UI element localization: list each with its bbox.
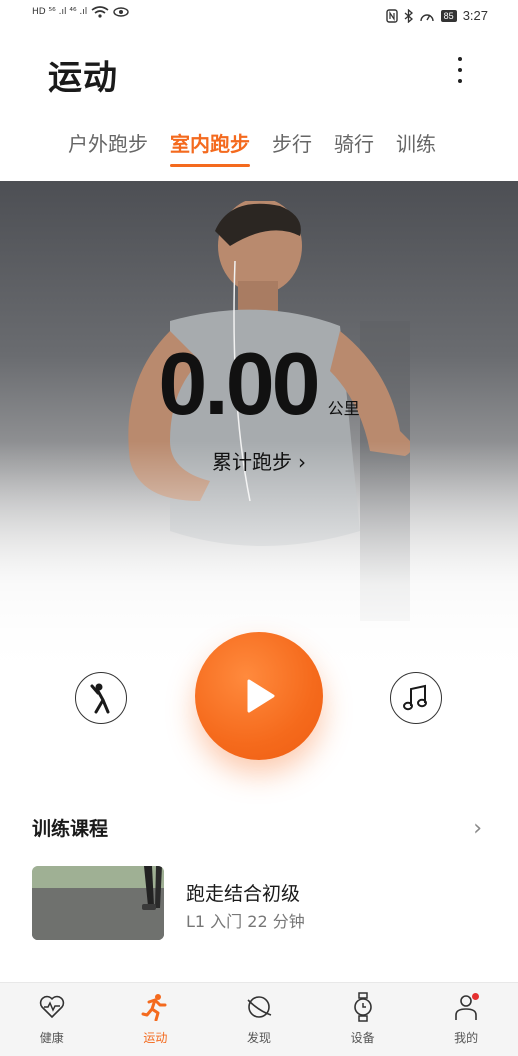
- tab-outdoor-run[interactable]: 户外跑步: [68, 128, 148, 167]
- bottom-nav: 健康 运动 发现 设备 我的: [0, 982, 518, 1056]
- section-title-courses: 训练课程: [32, 818, 109, 840]
- course-photo: [32, 866, 164, 940]
- eye-icon: [113, 7, 129, 17]
- chevron-right-icon: ›: [298, 450, 306, 474]
- nav-label: 发现: [246, 1031, 271, 1045]
- distance-unit: 公里: [327, 399, 360, 418]
- tab-cycle[interactable]: 骑行: [334, 128, 374, 167]
- course-title[interactable]: 跑走结合初级: [186, 879, 300, 906]
- tab-indoor-run[interactable]: 室内跑步: [170, 128, 250, 167]
- signal-indicators: HD ⁵⁶ .ıl ⁴⁶ .ıl: [32, 6, 129, 18]
- chevron-right-icon[interactable]: ›: [473, 816, 482, 841]
- stretch-figure-icon: [90, 683, 110, 714]
- nav-label: 设备: [350, 1031, 375, 1045]
- cumulative-run-link[interactable]: 累计跑步 ›: [0, 446, 518, 475]
- distance-value: 0.00: [158, 334, 320, 433]
- bluetooth-icon: [404, 8, 413, 23]
- nav-discover[interactable]: 发现: [214, 983, 304, 1056]
- speed-icon: [419, 13, 434, 21]
- nav-label: 健康: [39, 1031, 64, 1045]
- distance-display: 0.00 公里: [0, 340, 518, 428]
- music-button[interactable]: [390, 672, 442, 724]
- tab-walk[interactable]: 步行: [272, 128, 312, 167]
- status-right: 85 3:27: [385, 8, 488, 23]
- more-vertical-icon[interactable]: [450, 54, 470, 86]
- nav-label: 我的: [454, 1031, 479, 1045]
- nav-devices[interactable]: 设备: [318, 983, 408, 1056]
- status-bar: HD ⁵⁶ .ıl ⁴⁶ .ıl 85 3:27: [0, 0, 518, 34]
- tab-training[interactable]: 训练: [396, 128, 436, 167]
- signal-text: HD ⁵⁶ .ıl ⁴⁶ .ıl: [32, 7, 88, 17]
- course-meta: L1 入门 22 分钟: [186, 912, 305, 931]
- nav-label: 运动: [143, 1031, 168, 1045]
- nav-exercise[interactable]: 运动: [110, 983, 200, 1056]
- nav-health[interactable]: 健康: [7, 983, 97, 1056]
- nav-me[interactable]: 我的: [421, 983, 511, 1056]
- play-icon: [247, 679, 275, 713]
- heart-pulse-icon: [36, 991, 68, 1023]
- runner-icon: [139, 991, 171, 1023]
- nfc-icon: [385, 8, 398, 23]
- start-run-button[interactable]: [195, 632, 323, 760]
- sport-type-tabs: 户外跑步 室内跑步 步行 骑行 训练: [68, 128, 436, 167]
- cumulative-run-label: 累计跑步: [212, 450, 292, 474]
- wifi-icon: [91, 6, 109, 18]
- course-thumbnail[interactable]: [32, 866, 164, 940]
- planet-icon: [243, 991, 275, 1023]
- warmup-button[interactable]: [75, 672, 127, 724]
- music-note-icon: [403, 684, 427, 711]
- watch-icon: [347, 991, 379, 1023]
- page-title: 运动: [48, 58, 118, 98]
- clock: 3:27: [462, 8, 488, 23]
- battery-level: 85: [440, 9, 457, 22]
